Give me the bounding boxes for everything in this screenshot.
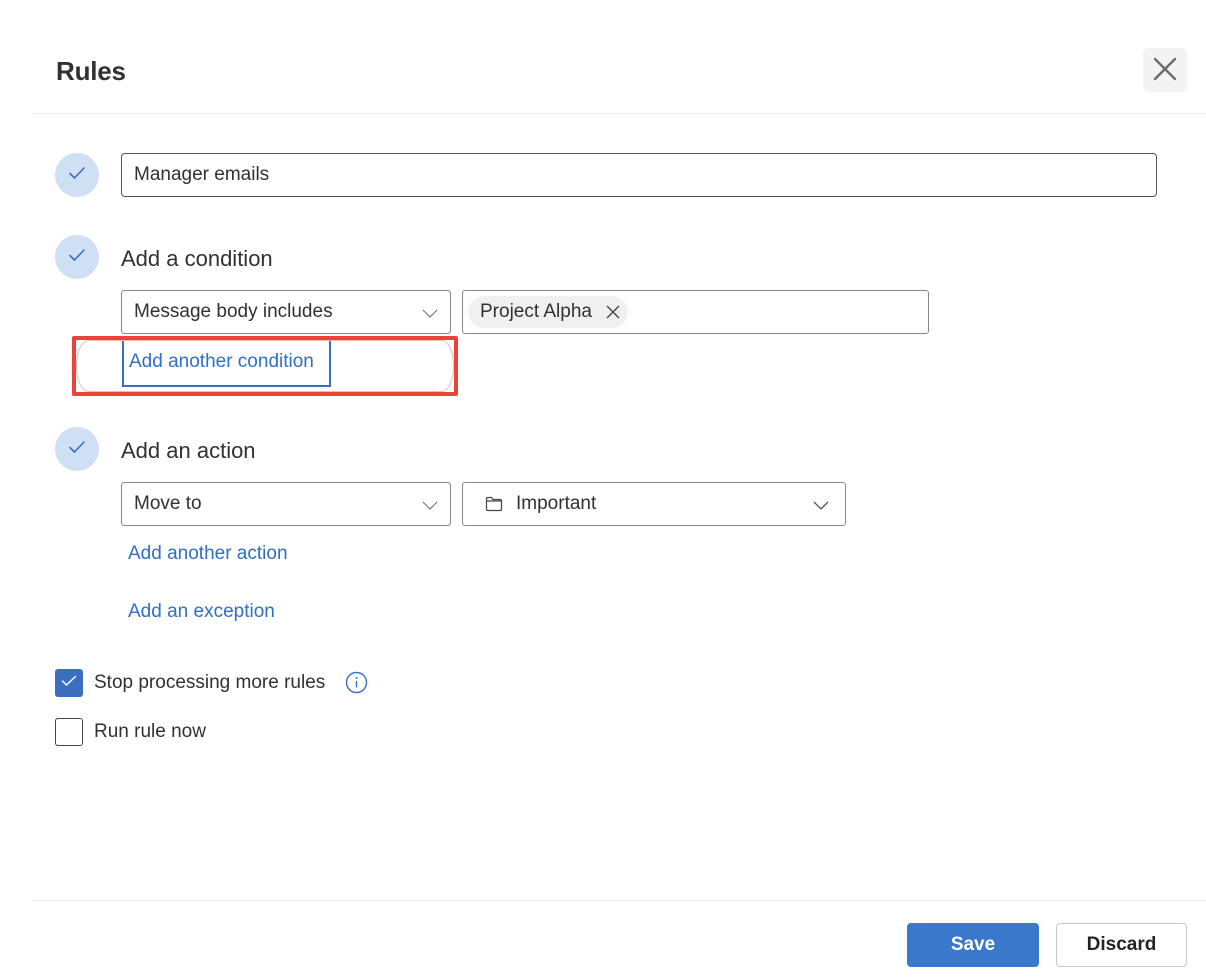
folder-dropdown[interactable]: Important (462, 482, 846, 526)
dialog-title: Rules (56, 56, 126, 86)
keyword-chip-label: Project Alpha (480, 301, 592, 322)
folder-icon (485, 496, 503, 512)
condition-section-label: Add a condition (121, 246, 273, 271)
run-rule-now-label: Run rule now (94, 721, 206, 742)
run-rule-now-checkbox[interactable] (55, 718, 83, 746)
chevron-down-icon (420, 303, 440, 329)
stop-processing-checkbox[interactable] (55, 669, 83, 697)
add-another-action-link[interactable]: Add another action (128, 543, 288, 565)
step-complete-indicator (55, 153, 99, 197)
condition-type-dropdown[interactable]: Message body includes (121, 290, 451, 334)
step-complete-indicator (55, 235, 99, 279)
condition-keyword-input[interactable]: Project Alpha (462, 290, 929, 334)
close-icon (1152, 56, 1178, 85)
rule-name-value: Manager emails (134, 164, 270, 185)
checkmark-icon (68, 248, 86, 267)
checkmark-icon (68, 440, 86, 459)
rule-name-input[interactable]: Manager emails (121, 153, 1157, 197)
discard-button[interactable]: Discard (1056, 923, 1187, 967)
keyword-chip: Project Alpha (468, 296, 628, 328)
stop-processing-label: Stop processing more rules (94, 672, 326, 693)
folder-value: Important (516, 493, 597, 514)
add-another-condition-link[interactable]: Add another condition (122, 336, 331, 387)
checkmark-icon (68, 166, 86, 185)
chevron-down-icon (811, 495, 831, 521)
checkmark-icon (61, 674, 77, 692)
action-section-label: Add an action (121, 438, 256, 463)
add-exception-link[interactable]: Add an exception (128, 601, 275, 623)
save-button[interactable]: Save (907, 923, 1039, 967)
action-type-value: Move to (134, 493, 202, 514)
remove-chip-icon[interactable] (606, 305, 620, 319)
action-type-dropdown[interactable]: Move to (121, 482, 451, 526)
add-another-condition-label: Add another condition (129, 350, 314, 372)
close-button[interactable] (1143, 48, 1187, 92)
header-divider (32, 113, 1206, 114)
footer-divider (32, 900, 1206, 901)
info-icon[interactable] (345, 671, 368, 699)
step-complete-indicator (55, 427, 99, 471)
chevron-down-icon (420, 495, 440, 521)
condition-type-value: Message body includes (134, 301, 333, 322)
